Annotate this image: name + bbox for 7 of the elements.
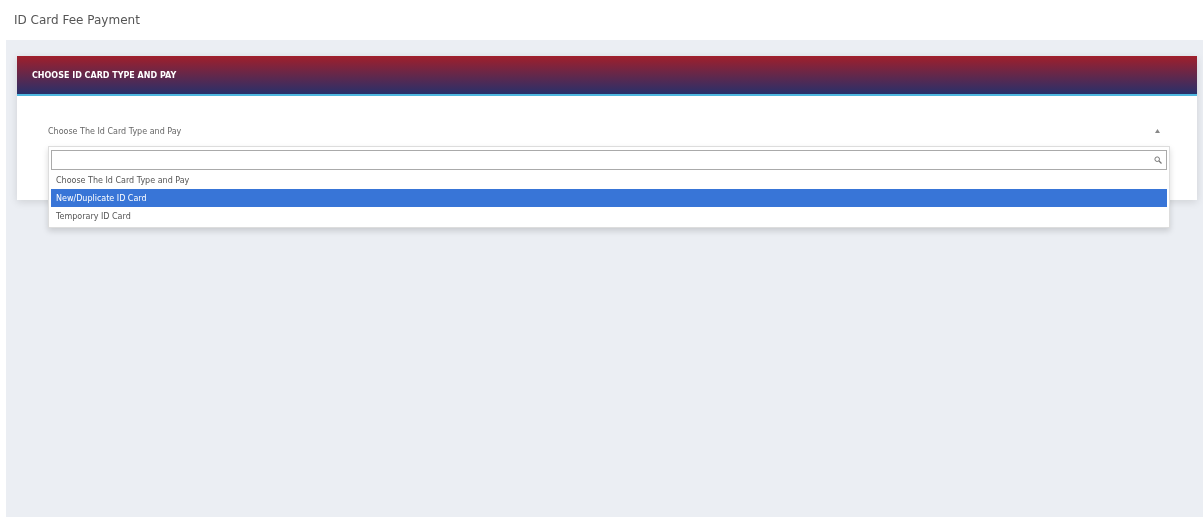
caret-icon bbox=[1155, 129, 1160, 133]
search-icon bbox=[1154, 156, 1162, 164]
page-title: ID Card Fee Payment bbox=[14, 13, 140, 27]
card-title: CHOOSE ID CARD TYPE AND PAY bbox=[32, 70, 177, 80]
select-field[interactable]: Choose The Id Card Type and Pay bbox=[48, 120, 1166, 142]
search-field[interactable] bbox=[51, 150, 1167, 170]
dropdown-option[interactable]: New/Duplicate ID Card bbox=[51, 189, 1167, 207]
